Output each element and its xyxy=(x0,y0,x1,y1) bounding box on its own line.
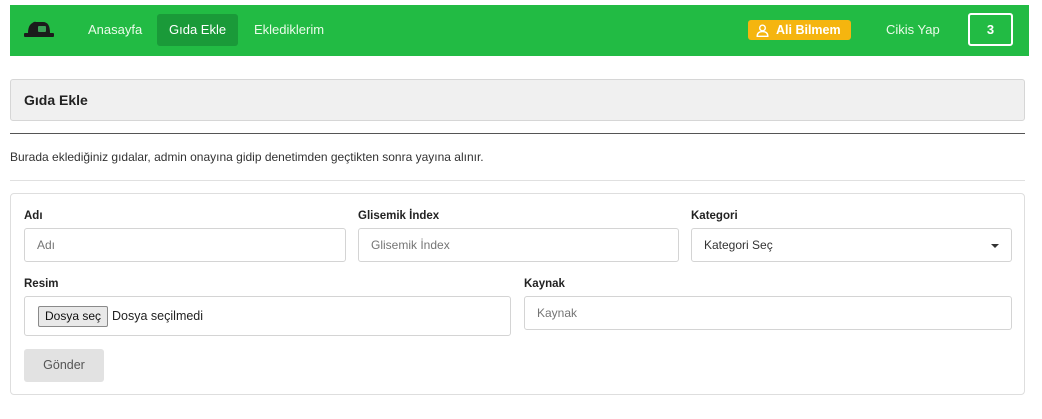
file-status-text: Dosya seçilmedi xyxy=(112,309,204,323)
category-label: Kategori xyxy=(691,210,738,222)
divider xyxy=(10,180,1025,181)
category-selected-value: Kategori Seç xyxy=(704,238,773,252)
submit-button[interactable]: Gönder xyxy=(24,349,104,382)
image-label: Resim xyxy=(24,278,59,290)
divider xyxy=(10,133,1025,134)
nav-link-add-food[interactable]: Gıda Ekle xyxy=(157,14,239,46)
user-badge[interactable]: Ali Bilmem xyxy=(748,20,851,40)
caret-down-icon xyxy=(991,244,999,248)
source-label: Kaynak xyxy=(524,278,565,290)
navbar: Anasayfa Gıda Ekle Eklediklerim Ali Bilm… xyxy=(10,5,1029,56)
nav-link-my-additions[interactable]: Eklediklerim xyxy=(242,14,336,46)
user-name: Ali Bilmem xyxy=(776,23,841,37)
glycemic-label: Glisemik İndex xyxy=(358,210,440,222)
add-food-form: Adı Glisemik İndex Kategori Kategori Seç… xyxy=(10,193,1025,395)
logout-link[interactable]: Cikis Yap xyxy=(876,14,950,46)
brand-logo-icon[interactable] xyxy=(24,17,54,43)
info-text: Burada eklediğiniz gıdalar, admin onayın… xyxy=(10,150,484,164)
page-title: Gıda Ekle xyxy=(10,79,1025,121)
image-file-input[interactable]: Dosya seç Dosya seçilmedi xyxy=(24,296,511,336)
name-label: Adı xyxy=(24,210,43,222)
user-icon xyxy=(756,24,769,37)
name-input[interactable] xyxy=(24,228,346,262)
category-select[interactable]: Kategori Seç xyxy=(691,228,1012,262)
count-button[interactable]: 3 xyxy=(968,13,1013,46)
nav-link-home[interactable]: Anasayfa xyxy=(76,14,154,46)
glycemic-input[interactable] xyxy=(358,228,679,262)
source-input[interactable] xyxy=(524,296,1012,330)
choose-file-button[interactable]: Dosya seç xyxy=(38,305,109,327)
